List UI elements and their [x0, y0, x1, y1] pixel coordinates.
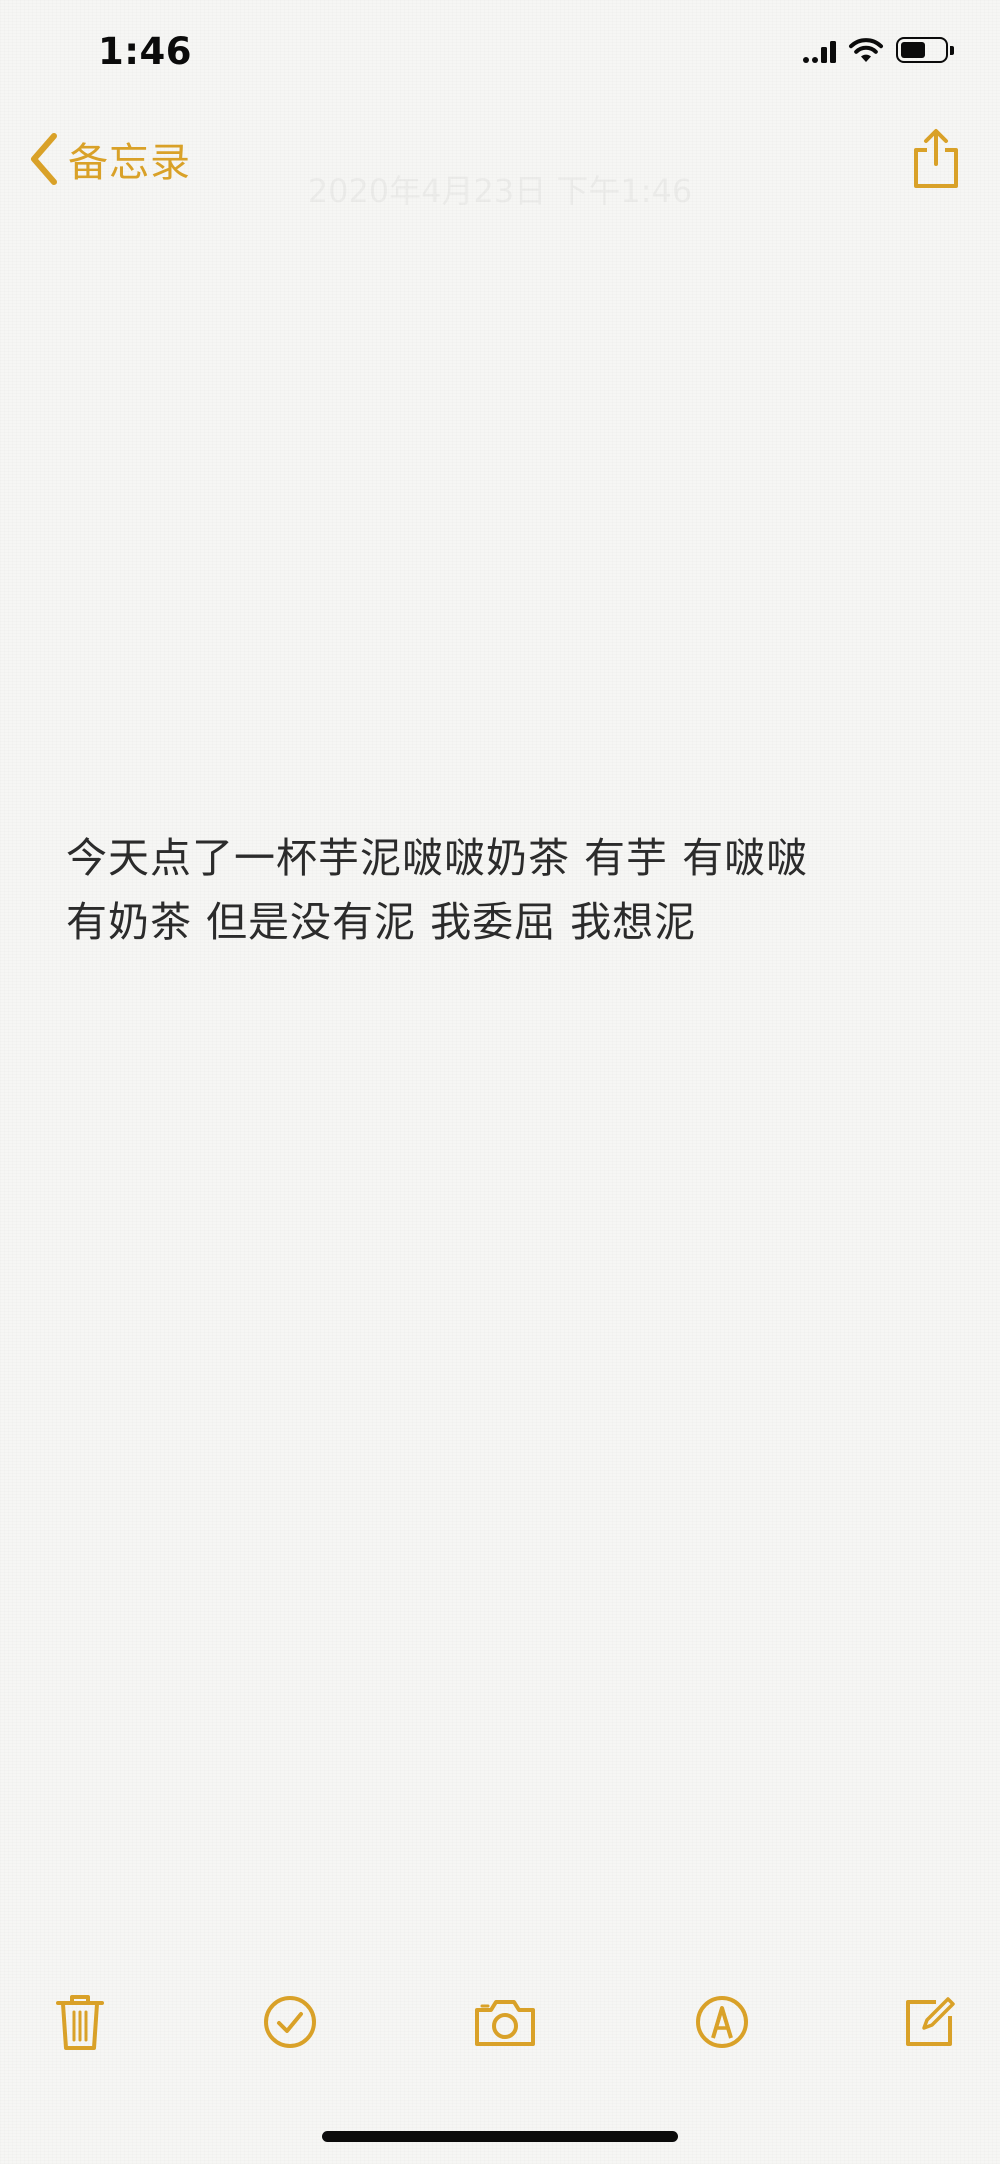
checklist-button[interactable] [258, 1990, 322, 2054]
compose-button[interactable] [898, 1990, 962, 2054]
markup-icon [696, 1996, 748, 2048]
status-time: 1:46 [98, 30, 193, 73]
cellular-signal-icon [803, 37, 836, 63]
trash-icon [56, 1995, 104, 2050]
checklist-icon [264, 1996, 316, 2048]
note-body[interactable]: 今天点了一杯芋泥啵啵奶茶 有芋 有啵啵 有奶茶 但是没有泥 我委屈 我想泥 [66, 826, 946, 954]
wifi-icon [849, 38, 883, 62]
markup-button[interactable] [690, 1990, 754, 2054]
note-line: 有奶茶 但是没有泥 我委屈 我想泥 [66, 898, 697, 946]
home-indicator[interactable] [322, 2131, 678, 2142]
delete-button[interactable] [48, 1990, 112, 2054]
share-icon [914, 129, 958, 188]
share-button[interactable] [908, 126, 964, 194]
battery-icon [896, 37, 954, 63]
camera-button[interactable] [473, 1990, 537, 2054]
bottom-toolbar [0, 1990, 1000, 2070]
back-label: 备忘录 [68, 140, 191, 186]
status-icons [803, 36, 954, 64]
status-bar: 1:46 [0, 0, 1000, 110]
camera-icon [475, 2000, 535, 2046]
navigation-bar: 备忘录 2020年4月23日 下午1:46 [0, 110, 1000, 210]
compose-icon [906, 1997, 955, 2046]
note-line: 今天点了一杯芋泥啵啵奶茶 有芋 有啵啵 [66, 834, 809, 882]
chevron-left-icon [31, 133, 57, 185]
back-button[interactable]: 备忘录 [28, 130, 191, 188]
